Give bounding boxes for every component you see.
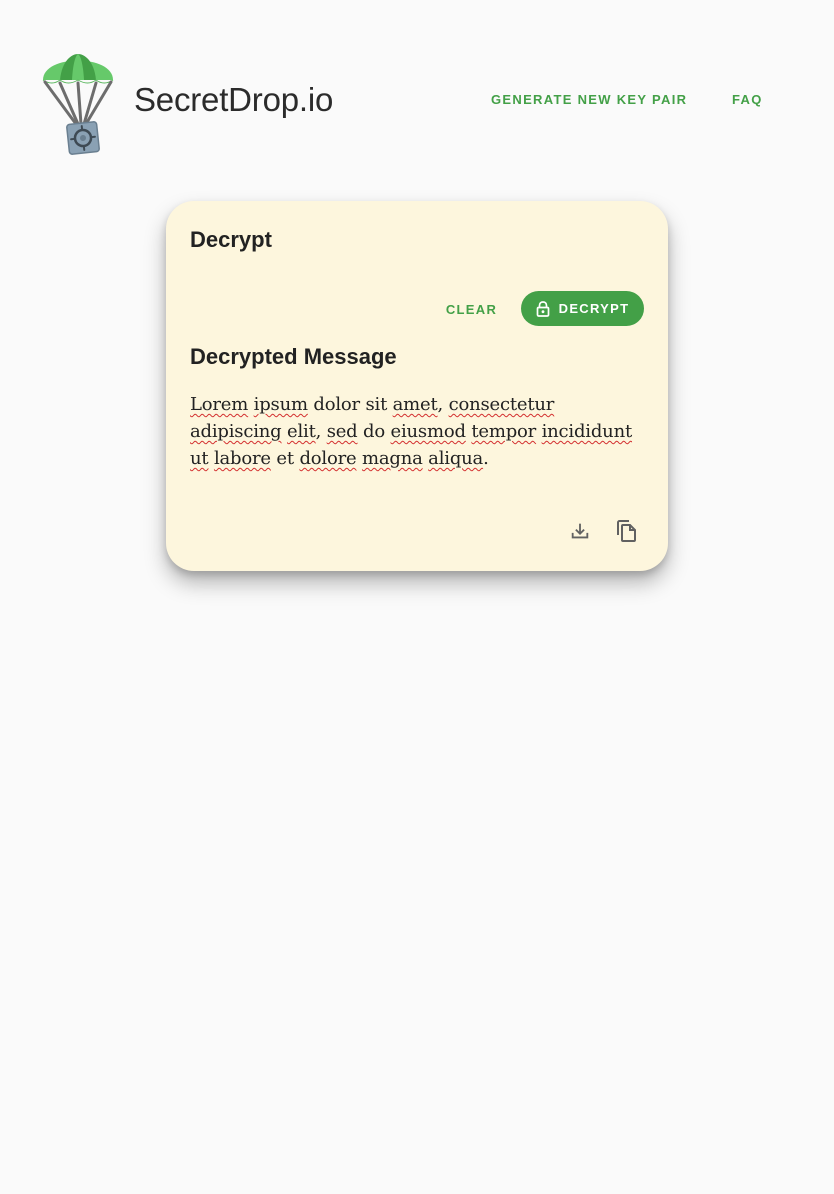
message-word: amet [392, 394, 438, 415]
message-word: eiusmod [390, 421, 466, 442]
clear-button[interactable]: CLEAR [434, 292, 509, 326]
message-word: ipsum [253, 394, 308, 415]
message-word: sit [365, 394, 388, 415]
nav-faq-link[interactable]: FAQ [732, 90, 763, 110]
download-icon [571, 523, 589, 539]
message-punctuation: . [483, 448, 489, 469]
message-word: labore [213, 448, 271, 469]
clear-button-label: CLEAR [445, 301, 498, 317]
message-word: magna [361, 448, 423, 469]
message-word: consectetur [448, 394, 555, 415]
message-word: sed [326, 421, 358, 442]
message-word: ut [190, 448, 209, 469]
copy-button[interactable] [610, 514, 644, 548]
message-word: Lorem [190, 394, 249, 415]
decrypt-card: Decrypt CLEAR DECRYPT Decrypted Message … [166, 201, 668, 571]
message-word: et [276, 448, 294, 469]
decrypt-button-label: DECRYPT [558, 301, 630, 316]
lock-icon [536, 300, 549, 317]
message-word: dolor [313, 394, 360, 415]
decrypt-button[interactable]: DECRYPT [521, 291, 644, 326]
message-word: aliqua [428, 448, 484, 469]
message-word: dolore [299, 448, 357, 469]
nav-generate-key-pair-link[interactable]: GENERATE NEW KEY PAIR [491, 90, 687, 110]
card-title: Decrypt [190, 227, 272, 252]
message-punctuation: , [315, 421, 322, 442]
decrypted-message-title: Decrypted Message [190, 344, 397, 369]
message-word: elit [287, 421, 316, 442]
decrypted-message-text: Lorem ipsum dolor sit amet, consectetur … [190, 391, 650, 472]
message-word: incididunt [541, 421, 633, 442]
app-header: SecretDrop.io GENERATE NEW KEY PAIR FAQ [0, 0, 834, 200]
message-word: tempor [471, 421, 537, 442]
message-word: do [363, 421, 385, 442]
download-button[interactable] [563, 514, 597, 548]
message-word: adipiscing [190, 421, 282, 442]
parachute-logo-icon [42, 54, 114, 155]
message-punctuation: , [437, 394, 444, 415]
brand-title: SecretDrop.io [134, 81, 334, 118]
copy-icon [617, 520, 636, 542]
